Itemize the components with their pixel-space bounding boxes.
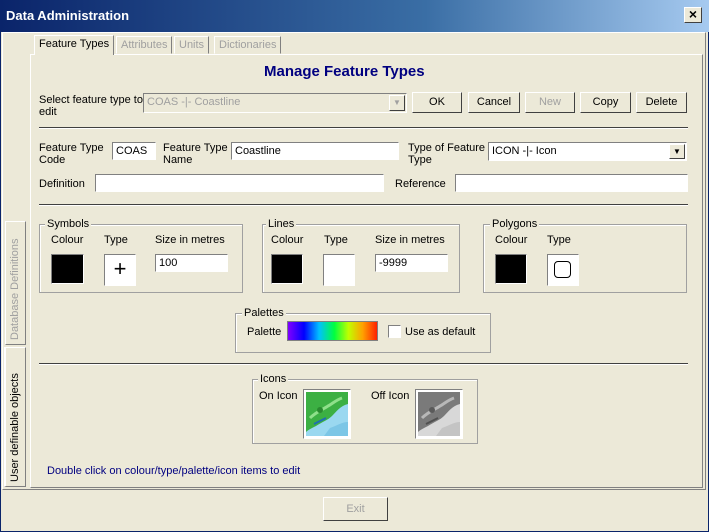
tab-label: Dictionaries [219, 39, 277, 51]
feature-type-code-input[interactable]: COAS [112, 142, 156, 160]
feature-type-code-label: Feature Type Code [39, 142, 104, 166]
coastline-map-icon [306, 392, 348, 436]
symbols-size-value: 100 [159, 257, 178, 269]
use-as-default-label: Use as default [405, 326, 476, 338]
symbols-colour-label: Colour [51, 234, 84, 246]
tab-label: Feature Types [39, 38, 110, 50]
tab-feature-types[interactable]: Feature Types [34, 35, 115, 55]
on-icon-image[interactable] [303, 389, 351, 439]
definition-input[interactable] [95, 174, 384, 192]
polygons-group-title: Polygons [490, 218, 540, 230]
polygons-colour-swatch[interactable] [495, 254, 527, 284]
lines-size-label: Size in metres [375, 234, 445, 246]
chevron-down-icon[interactable]: ▼ [389, 95, 405, 111]
lines-colour-swatch[interactable] [271, 254, 303, 284]
divider [39, 363, 688, 365]
new-button[interactable]: New [525, 92, 575, 113]
select-feature-type-label: Select feature type to edit [39, 94, 143, 118]
delete-button[interactable]: Delete [636, 92, 687, 113]
tab-label: Units [179, 39, 205, 51]
coastline-map-greyscale-icon [418, 392, 460, 436]
off-icon-label: Off Icon [371, 390, 410, 402]
on-icon-label: On Icon [259, 390, 298, 402]
exit-button[interactable]: Exit [323, 497, 388, 521]
palettes-group-title: Palettes [242, 307, 286, 319]
symbols-group-title: Symbols [45, 218, 92, 230]
close-button[interactable]: × [684, 7, 702, 23]
lines-size-value: -9999 [379, 257, 408, 269]
divider [39, 127, 688, 129]
reference-value [456, 175, 687, 179]
lines-type-label: Type [324, 234, 348, 246]
palette-gradient-swatch[interactable] [287, 321, 378, 341]
window-title: Data Administration [6, 8, 130, 23]
edit-hint-text: Double click on colour/type/palette/icon… [47, 465, 301, 477]
definition-value [96, 175, 383, 179]
chevron-down-icon[interactable]: ▼ [669, 144, 685, 159]
off-icon-image[interactable] [415, 389, 463, 439]
lines-group-title: Lines [266, 218, 297, 230]
polygons-type-swatch[interactable] [547, 254, 579, 286]
divider [39, 204, 688, 206]
side-tab-user-definable-objects[interactable]: User definable objects [4, 347, 26, 487]
tab-dictionaries[interactable]: Dictionaries [214, 36, 282, 54]
feature-type-name-label: Feature Type Name [163, 142, 228, 166]
palette-label: Palette [247, 326, 282, 338]
tab-units[interactable]: Units [174, 36, 210, 54]
feature-type-code-value: COAS [116, 145, 148, 157]
side-tab-label: Database Definitions [9, 238, 21, 340]
feature-type-name-value: Coastline [235, 145, 281, 157]
lines-colour-label: Colour [271, 234, 304, 246]
rounded-square-icon [554, 261, 571, 278]
plus-icon: + [113, 256, 127, 281]
symbols-type-label: Type [104, 234, 128, 246]
feature-type-name-input[interactable]: Coastline [231, 142, 399, 160]
symbols-type-cross-icon[interactable]: + [104, 254, 136, 286]
symbols-colour-swatch[interactable] [51, 254, 84, 284]
copy-button[interactable]: Copy [580, 92, 631, 113]
side-tab-label: User definable objects [9, 373, 21, 482]
symbols-size-input[interactable]: 100 [155, 254, 228, 272]
tab-attributes[interactable]: Attributes [116, 36, 173, 54]
side-tab-database-definitions[interactable]: Database Definitions [5, 221, 26, 345]
type-of-feature-type-value: ICON -|- Icon [492, 145, 557, 157]
page-heading: Manage Feature Types [264, 63, 425, 80]
polygons-type-label: Type [547, 234, 571, 246]
type-of-feature-type-dropdown[interactable]: ICON -|- Icon ▼ [488, 142, 687, 161]
select-feature-type-value: COAS -|- Coastline [147, 96, 241, 108]
lines-size-input[interactable]: -9999 [375, 254, 448, 272]
symbols-size-label: Size in metres [155, 234, 225, 246]
ok-button[interactable]: OK [412, 92, 462, 113]
close-icon: × [688, 6, 698, 22]
definition-label: Definition [39, 178, 85, 190]
polygons-colour-label: Colour [495, 234, 528, 246]
type-of-feature-type-label: Type of Feature Type [408, 142, 486, 166]
reference-label: Reference [395, 178, 446, 190]
cancel-button[interactable]: Cancel [468, 92, 520, 113]
tab-label: Attributes [121, 39, 168, 51]
reference-input[interactable] [455, 174, 688, 192]
use-as-default-checkbox[interactable] [388, 325, 401, 338]
icons-group-title: Icons [258, 373, 289, 385]
lines-type-swatch[interactable] [323, 254, 355, 286]
select-feature-type-dropdown[interactable]: COAS -|- Coastline ▼ [143, 93, 407, 113]
